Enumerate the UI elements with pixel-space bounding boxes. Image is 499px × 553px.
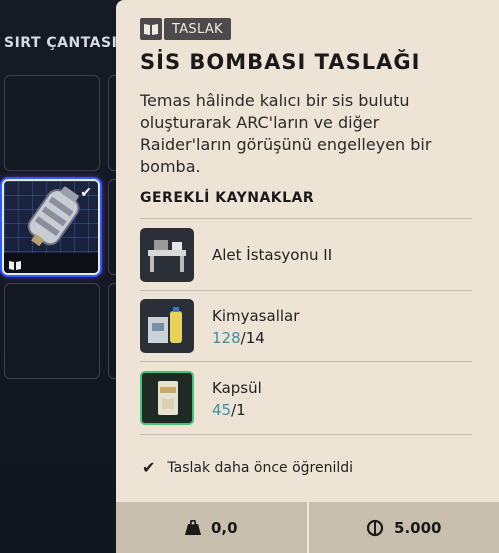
resource-quantity: 128/14	[212, 329, 265, 347]
divider	[140, 290, 472, 291]
book-icon	[140, 18, 162, 40]
item-title: SİS BOMBASI TASLAĞI	[140, 50, 421, 74]
inventory-slot[interactable]	[4, 75, 100, 171]
item-type-tag: TASLAK	[140, 18, 231, 40]
quantity-need: 1	[236, 401, 246, 419]
inventory-slot[interactable]	[4, 283, 100, 379]
resource-row: Kimyasallar 128/14	[140, 295, 472, 355]
divider	[140, 434, 472, 435]
resource-name: Kimyasallar	[212, 307, 300, 325]
backpack-title: SIRT ÇANTASI	[4, 35, 118, 51]
resource-name: Alet İstasyonu II	[212, 246, 333, 264]
divider	[140, 218, 472, 219]
inventory-slot-selected[interactable]: ✔	[2, 179, 100, 275]
canister-icon	[140, 371, 194, 425]
resource-row: Alet İstasyonu II	[140, 224, 472, 284]
resource-name: Kapsül	[212, 379, 262, 397]
item-value: 5.000	[394, 518, 442, 537]
weight-value: 0,0	[210, 518, 238, 537]
check-icon: ✔	[142, 458, 156, 477]
item-description: Temas hâlinde kalıcı bir sis bulutu oluş…	[140, 91, 432, 176]
quantity-have: 45	[212, 401, 232, 419]
quantity-need: 14	[245, 329, 265, 347]
value-cell: 5.000	[309, 502, 499, 553]
workbench-icon	[140, 228, 194, 282]
divider	[140, 361, 472, 362]
requirements-heading: GEREKLİ KAYNAKLAR	[140, 190, 315, 206]
weight-icon	[184, 519, 201, 535]
book-icon	[9, 261, 21, 270]
resource-row: Kapsül 45/1	[140, 367, 472, 427]
coin-icon	[366, 519, 384, 536]
learned-text: Taslak daha önce öğrenildi	[167, 459, 354, 476]
learned-status: ✔ Taslak daha önce öğrenildi	[142, 458, 353, 477]
quantity-have: 128	[212, 329, 241, 347]
item-type-label: TASLAK	[164, 18, 231, 40]
weight-cell: 0,0	[116, 502, 307, 553]
item-tooltip: TASLAK SİS BOMBASI TASLAĞI Temas hâlinde…	[116, 0, 499, 553]
resource-quantity: 45/1	[212, 401, 246, 419]
check-icon: ✔	[80, 185, 92, 201]
tooltip-footer: 0,0 5.000	[116, 502, 499, 553]
chemicals-icon	[140, 299, 194, 353]
